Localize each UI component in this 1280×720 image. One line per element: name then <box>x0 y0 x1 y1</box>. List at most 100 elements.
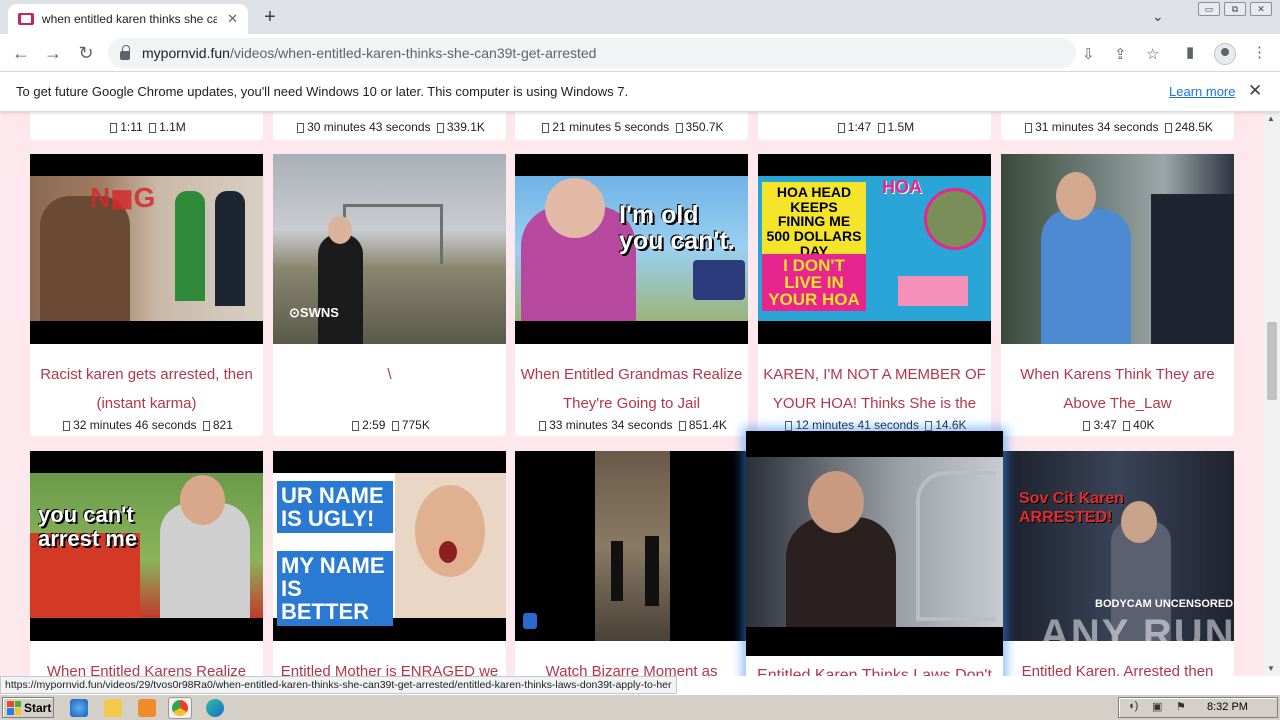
file-explorer-icon[interactable] <box>104 699 122 717</box>
forward-arrow-icon[interactable]: → <box>42 42 64 64</box>
video-overlay-text: UR NAME IS UGLY! <box>277 481 393 534</box>
video-meta: 1:11 1.1M <box>30 120 263 134</box>
video-thumbnail[interactable]: ⊙SWNS <box>273 154 506 344</box>
eye-icon <box>1123 420 1131 431</box>
eye-icon <box>149 122 157 133</box>
tab-strip: when entitled karen thinks she can39t ✕ … <box>0 0 1280 34</box>
start-button[interactable]: Start <box>2 697 54 718</box>
chrome-icon <box>172 700 188 716</box>
internet-explorer-icon[interactable] <box>70 699 88 717</box>
video-card[interactable]: 31 minutes 34 seconds 248.5K <box>1001 112 1234 140</box>
clock-icon <box>539 420 547 431</box>
video-thumbnail[interactable]: N◼G <box>30 154 263 344</box>
minimize-button[interactable]: ▭ <box>1198 2 1220 16</box>
infobar-close-icon[interactable]: ✕ <box>1248 81 1262 101</box>
browser-toolbar: ← → ↻ mypornvid.fun/videos/when-entitled… <box>0 34 1280 72</box>
video-card[interactable]: 21 minutes 5 seconds 350.7K <box>515 112 748 140</box>
preview-video[interactable] <box>746 431 1003 656</box>
share-icon[interactable]: ⇪ <box>1114 45 1127 63</box>
windows-logo-icon <box>7 700 21 715</box>
video-title[interactable]: When Entitled Grandmas Realize They're G… <box>519 360 744 418</box>
clock-icon <box>837 122 845 133</box>
tab-search-chevron-icon[interactable]: ⌄ <box>1152 8 1164 25</box>
video-card[interactable]: ⊙SWNS \ 2:59 775K <box>273 154 506 436</box>
video-thumbnail[interactable]: I'm old you can't. <box>515 154 748 344</box>
video-meta: 21 minutes 5 seconds 350.7K <box>515 120 748 134</box>
lock-icon[interactable] <box>120 44 130 60</box>
video-thumbnail[interactable] <box>515 451 748 641</box>
side-panel-icon[interactable]: ▮ <box>1186 43 1194 61</box>
video-card[interactable]: N◼G Racist karen gets arrested, then (in… <box>30 154 263 436</box>
tab-title: when entitled karen thinks she can39t <box>41 12 218 26</box>
edge-icon[interactable] <box>206 699 224 717</box>
video-overlay-text: I DON'T LIVE IN YOUR HOA <box>762 254 866 311</box>
install-app-icon[interactable]: ⇩ <box>1082 45 1095 63</box>
eye-icon <box>1164 122 1172 133</box>
anyrun-watermark: ANY RUN <box>1040 612 1236 656</box>
eye-icon <box>436 122 444 133</box>
video-thumbnail[interactable]: you can't arrest me <box>30 451 263 641</box>
page-scrollbar[interactable]: ▲ ▼ <box>1264 112 1280 676</box>
video-card[interactable]: 30 minutes 43 seconds 339.1K <box>273 112 506 140</box>
clock-icon <box>785 420 793 431</box>
video-card[interactable]: When Karens Think They are Above The_Law… <box>1001 154 1234 436</box>
video-card[interactable]: I'm old you can't. When Entitled Grandma… <box>515 154 748 436</box>
bookmark-star-icon[interactable]: ☆ <box>1146 45 1159 63</box>
action-center-flag-icon[interactable]: ⚑ <box>1176 700 1186 713</box>
window-controls: ▭ ⧉ ✕ <box>1198 2 1272 16</box>
video-title[interactable]: Entitled Mother is ENRAGED we <box>277 657 502 676</box>
video-meta: 1:47 1.5M <box>758 120 991 134</box>
profile-avatar-icon[interactable] <box>1214 43 1236 65</box>
windows-taskbar: Start ◖) ▣ ⚑ 8:32 PM <box>0 694 1280 720</box>
video-thumbnail[interactable]: UR NAME IS UGLY! MY NAME IS BETTER <box>273 451 506 641</box>
browser-tab[interactable]: when entitled karen thinks she can39t ✕ <box>8 4 248 34</box>
media-player-icon[interactable] <box>138 699 156 717</box>
clock-icon <box>1025 122 1033 133</box>
video-card[interactable]: you can't arrest me When Entitled Karens… <box>30 451 263 676</box>
back-arrow-icon[interactable]: ← <box>10 42 32 64</box>
video-card[interactable]: 1:47 1.5M <box>758 112 991 140</box>
video-meta: 32 minutes 46 seconds 821 <box>30 418 263 432</box>
video-thumbnail[interactable]: HOA HEAD KEEPS FINING ME 500 DOLLARS DAY… <box>758 154 991 344</box>
clock-icon <box>110 122 118 133</box>
chrome-taskbar-button[interactable] <box>168 697 192 719</box>
video-card[interactable]: HOA HEAD KEEPS FINING ME 500 DOLLARS DAY… <box>758 154 991 436</box>
video-card[interactable]: UR NAME IS UGLY! MY NAME IS BETTER Entit… <box>273 451 506 676</box>
video-card[interactable]: 1:11 1.1M <box>30 112 263 140</box>
video-thumbnail[interactable] <box>1001 154 1234 344</box>
reload-icon[interactable]: ↻ <box>75 42 97 64</box>
video-title[interactable]: Racist karen gets arrested, then (instan… <box>34 360 259 418</box>
video-title[interactable]: Entitled Karen, Arrested then <box>1005 657 1230 676</box>
video-title[interactable]: Watch Bizarre Moment as <box>519 657 744 676</box>
learn-more-link[interactable]: Learn more <box>1169 84 1235 99</box>
video-title[interactable]: \ <box>277 360 502 389</box>
kebab-menu-icon[interactable]: ⋮ <box>1252 43 1267 61</box>
scroll-up-arrow-icon[interactable]: ▲ <box>1267 114 1275 123</box>
link-status-bar: https://mypornvid.fun/videos/29/tvos0r98… <box>0 676 677 694</box>
video-overlay-text: BODYCAM UNCENSORED <box>1095 598 1234 610</box>
eye-icon <box>675 122 683 133</box>
network-icon[interactable]: ▣ <box>1152 700 1162 713</box>
volume-icon[interactable]: ◖) <box>1128 700 1138 712</box>
taskbar-clock[interactable]: 8:32 PM <box>1207 701 1248 713</box>
video-overlay-text: you can't arrest me <box>38 502 138 552</box>
video-card[interactable]: Watch Bizarre Moment as <box>515 451 748 676</box>
video-meta: 12 minutes 41 seconds 14.6K <box>758 418 991 432</box>
address-bar[interactable]: mypornvid.fun/videos/when-entitled-karen… <box>108 38 1159 68</box>
scrollbar-thumb[interactable] <box>1267 322 1277 400</box>
eye-icon <box>391 420 399 431</box>
restore-button[interactable]: ⧉ <box>1224 2 1246 16</box>
video-hover-preview[interactable]: Entitled Karen Thinks Laws Don't <box>746 431 1003 676</box>
video-title[interactable]: When Entitled Karens Realize <box>34 657 259 676</box>
video-title[interactable]: KAREN, I'M NOT A MEMBER OF YOUR HOA! Thi… <box>762 360 987 418</box>
tab-close-icon[interactable]: ✕ <box>227 11 238 27</box>
close-window-button[interactable]: ✕ <box>1250 2 1272 16</box>
scroll-down-arrow-icon[interactable]: ▼ <box>1267 664 1275 673</box>
video-title[interactable]: When Karens Think They are Above The_Law <box>1005 360 1230 418</box>
video-meta: 3:47 40K <box>1001 418 1234 432</box>
video-overlay-text: Sov Cit Karen ARRESTED! <box>1019 490 1124 527</box>
preview-title[interactable]: Entitled Karen Thinks Laws Don't <box>746 667 1003 676</box>
site-favicon-icon <box>18 13 34 25</box>
new-tab-button[interactable]: + <box>258 6 282 29</box>
video-overlay-text: HOA <box>882 177 922 197</box>
